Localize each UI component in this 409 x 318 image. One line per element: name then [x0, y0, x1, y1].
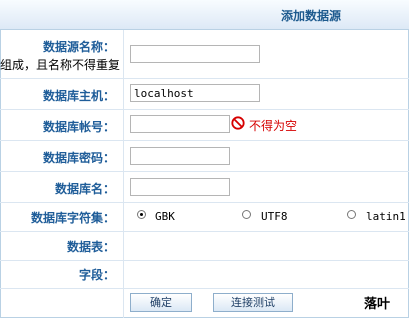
- db-host-input[interactable]: [130, 84, 260, 102]
- row-db-name: 数据库名：: [0, 172, 409, 203]
- charset-option-utf8: UTF8: [261, 210, 288, 223]
- db-user-input[interactable]: [130, 115, 230, 133]
- test-connection-button[interactable]: 连接测试: [213, 293, 293, 312]
- prohibited-icon: [231, 116, 245, 130]
- fields-label: 字段：: [79, 268, 116, 282]
- charset-option-latin1: latin1: [366, 210, 406, 223]
- db-charset-label: 数据库字符集：: [31, 211, 116, 225]
- db-host-label: 数据库主机：: [43, 89, 116, 103]
- row-fields: 字段：: [0, 261, 409, 289]
- db-name-label: 数据库名：: [55, 182, 116, 196]
- row-db-user: 数据库帐号：: [0, 110, 409, 141]
- row-tables: 数据表：: [0, 232, 409, 261]
- form-header: 添加数据源: [0, 0, 409, 30]
- db-password-input[interactable]: [130, 147, 230, 165]
- brand-text: 落叶: [364, 297, 391, 312]
- db-password-label: 数据库密码：: [43, 151, 116, 165]
- source-name-label: 数据源名称：: [43, 40, 116, 54]
- tables-label: 数据表：: [67, 240, 116, 254]
- form-title: 添加数据源: [281, 9, 342, 23]
- charset-radio-gbk[interactable]: [137, 210, 146, 219]
- source-name-hint: 组成，且名称不得重复: [0, 58, 121, 72]
- source-name-input[interactable]: [130, 45, 260, 63]
- confirm-button[interactable]: 确定: [130, 293, 192, 312]
- charset-radio-latin1[interactable]: [347, 210, 356, 219]
- row-db-host: 数据库主机：: [0, 79, 409, 110]
- db-name-input[interactable]: [130, 178, 230, 196]
- charset-radio-utf8[interactable]: [242, 210, 251, 219]
- row-source-name: 数据源名称： 组成，且名称不得重复: [0, 30, 409, 79]
- db-user-label: 数据库帐号：: [43, 120, 116, 134]
- row-db-password: 数据库密码：: [0, 141, 409, 172]
- charset-option-gbk: GBK: [155, 210, 175, 223]
- db-user-error-text: 不得为空: [249, 119, 298, 133]
